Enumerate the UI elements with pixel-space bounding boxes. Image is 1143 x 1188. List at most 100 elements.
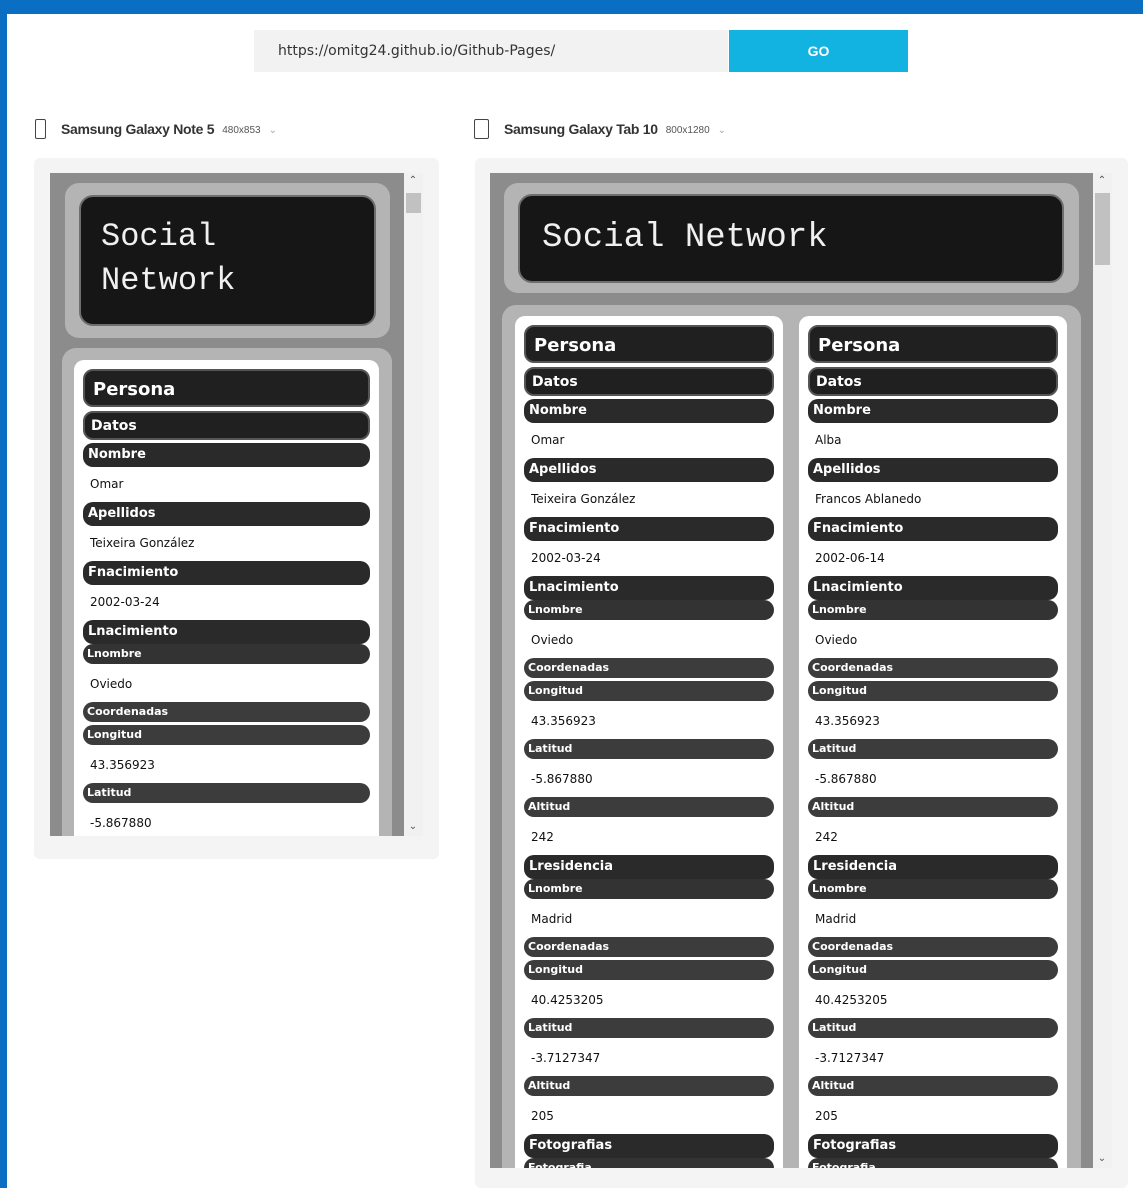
- lresidencia-latitud-value: -3.7127347: [815, 1051, 885, 1065]
- fnacimiento-value: 2002-03-24: [90, 595, 160, 609]
- phone-viewport[interactable]: Social Network Persona Datos Nombre Omar Ape…: [50, 173, 404, 836]
- longitud-heading: Longitud: [808, 960, 1058, 980]
- fnacimiento-value: 2002-06-14: [815, 551, 885, 565]
- coordenadas-heading: Coordenadas: [808, 937, 1058, 957]
- apellidos-heading: Apellidos: [524, 458, 774, 482]
- device-header-tablet: Samsung Galaxy Tab 10 800x1280 ⌄: [474, 117, 726, 141]
- persona-card: Persona Datos Nombre Omar Apellidos Teixeira …: [515, 316, 783, 1168]
- device-size: 800x1280: [665, 125, 710, 136]
- phone-scrollbar[interactable]: ⌃ ⌄: [404, 173, 423, 836]
- phone-icon: [35, 119, 46, 139]
- lresidencia-heading: Lresidencia: [524, 855, 774, 879]
- longitud-heading: Longitud: [808, 681, 1058, 701]
- lresidencia-longitud-value: 40.4253205: [815, 993, 888, 1007]
- tablet-viewport[interactable]: Social Network Persona Datos Nombre Omar Ape…: [490, 173, 1093, 1168]
- apellidos-value: Teixeira González: [90, 536, 195, 550]
- lnombre-heading: Lnombre: [524, 600, 774, 620]
- device-name: Samsung Galaxy Note 5: [61, 121, 215, 137]
- latitud-heading: Latitud: [524, 739, 774, 759]
- longitud-heading: Longitud: [83, 725, 370, 745]
- lnacimiento-altitud-value: 242: [531, 830, 554, 844]
- apellidos-heading: Apellidos: [83, 502, 370, 526]
- fotografia-heading: Fotografia: [808, 1158, 1058, 1168]
- persona-card: Persona Datos Nombre Omar Apellidos Teixeira …: [74, 360, 379, 836]
- lnacimiento-nombre-value: Oviedo: [815, 633, 858, 647]
- lnombre-heading: Lnombre: [808, 600, 1058, 620]
- lresidencia-latitud-value: -3.7127347: [531, 1051, 601, 1065]
- coordenadas-heading: Coordenadas: [83, 702, 370, 722]
- window-frame-left: [0, 0, 7, 1188]
- fnacimiento-heading: Fnacimiento: [83, 561, 370, 585]
- altitud-heading: Altitud: [524, 797, 774, 817]
- lnacimiento-longitud-value: 43.356923: [531, 714, 596, 728]
- lresidencia-longitud-value: 40.4253205: [531, 993, 604, 1007]
- chevron-down-icon[interactable]: ⌄: [718, 125, 726, 136]
- scroll-thumb[interactable]: [1095, 193, 1110, 265]
- persona-heading: Persona: [808, 325, 1058, 363]
- lnacimiento-heading: Lnacimiento: [808, 576, 1058, 600]
- coordenadas-heading: Coordenadas: [808, 658, 1058, 678]
- url-input[interactable]: [254, 30, 728, 72]
- nombre-value: Omar: [90, 477, 124, 491]
- lnombre-heading: Lnombre: [83, 644, 370, 664]
- altitud-heading: Altitud: [524, 1076, 774, 1096]
- persona-fields: Persona Datos Nombre Omar Apellidos Teixeira …: [83, 369, 370, 836]
- go-button[interactable]: GO: [729, 30, 908, 72]
- scroll-thumb[interactable]: [406, 193, 421, 213]
- lresidencia-altitud-value: 205: [815, 1109, 838, 1123]
- fotografias-heading: Fotografias: [808, 1134, 1058, 1158]
- lnacimiento-heading: Lnacimiento: [83, 620, 370, 644]
- nombre-value: Omar: [531, 433, 565, 447]
- fnacimiento-value: 2002-03-24: [531, 551, 601, 565]
- lnacimiento-latitud-value: -5.867880: [90, 816, 152, 830]
- longitud-heading: Longitud: [524, 681, 774, 701]
- lnacimiento-altitud-value: 242: [815, 830, 838, 844]
- apellidos-value: Teixeira González: [531, 492, 636, 506]
- datos-heading: Datos: [83, 411, 370, 440]
- nombre-heading: Nombre: [83, 443, 370, 467]
- nombre-value: Alba: [815, 433, 842, 447]
- tablet-icon: [474, 119, 489, 139]
- apellidos-heading: Apellidos: [808, 458, 1058, 482]
- persona-fields: Persona Datos Nombre Alba Apellidos Francos A…: [808, 325, 1058, 1168]
- latitud-heading: Latitud: [808, 739, 1058, 759]
- lnombre-heading: Lnombre: [524, 879, 774, 899]
- lnacimiento-longitud-value: 43.356923: [90, 758, 155, 772]
- persona-heading: Persona: [83, 369, 370, 407]
- fotografias-heading: Fotografias: [524, 1134, 774, 1158]
- lnacimiento-nombre-value: Oviedo: [90, 677, 133, 691]
- latitud-heading: Latitud: [83, 783, 370, 803]
- tablet-scrollbar[interactable]: ⌃ ⌄: [1093, 173, 1112, 1168]
- scroll-up-icon[interactable]: ⌃: [1093, 175, 1111, 186]
- latitud-heading: Latitud: [524, 1018, 774, 1038]
- site-title: Social Network: [79, 195, 376, 326]
- latitud-heading: Latitud: [808, 1018, 1058, 1038]
- persona-fields: Persona Datos Nombre Omar Apellidos Teixeira …: [524, 325, 774, 1168]
- datos-heading: Datos: [524, 367, 774, 396]
- scroll-up-icon[interactable]: ⌃: [404, 175, 422, 186]
- lnombre-heading: Lnombre: [808, 879, 1058, 899]
- lresidencia-nombre-value: Madrid: [531, 912, 573, 926]
- coordenadas-heading: Coordenadas: [524, 658, 774, 678]
- device-name: Samsung Galaxy Tab 10: [504, 121, 658, 137]
- fnacimiento-heading: Fnacimiento: [808, 517, 1058, 541]
- longitud-heading: Longitud: [524, 960, 774, 980]
- persona-heading: Persona: [524, 325, 774, 363]
- altitud-heading: Altitud: [808, 1076, 1058, 1096]
- fotografia-heading: Fotografia: [524, 1158, 774, 1168]
- chevron-down-icon[interactable]: ⌄: [269, 125, 277, 136]
- apellidos-value: Francos Ablanedo: [815, 492, 922, 506]
- persona-card: Persona Datos Nombre Alba Apellidos Francos A…: [799, 316, 1067, 1168]
- lnacimiento-heading: Lnacimiento: [524, 576, 774, 600]
- site-title: Social Network: [518, 194, 1064, 283]
- fnacimiento-heading: Fnacimiento: [524, 517, 774, 541]
- lnacimiento-latitud-value: -5.867880: [531, 772, 593, 786]
- nombre-heading: Nombre: [808, 399, 1058, 423]
- scroll-down-icon[interactable]: ⌄: [1093, 1153, 1111, 1164]
- altitud-heading: Altitud: [808, 797, 1058, 817]
- device-size: 480x853: [222, 125, 261, 136]
- scroll-down-icon[interactable]: ⌄: [404, 821, 422, 832]
- nombre-heading: Nombre: [524, 399, 774, 423]
- window-frame-top: [0, 0, 1143, 14]
- lresidencia-heading: Lresidencia: [808, 855, 1058, 879]
